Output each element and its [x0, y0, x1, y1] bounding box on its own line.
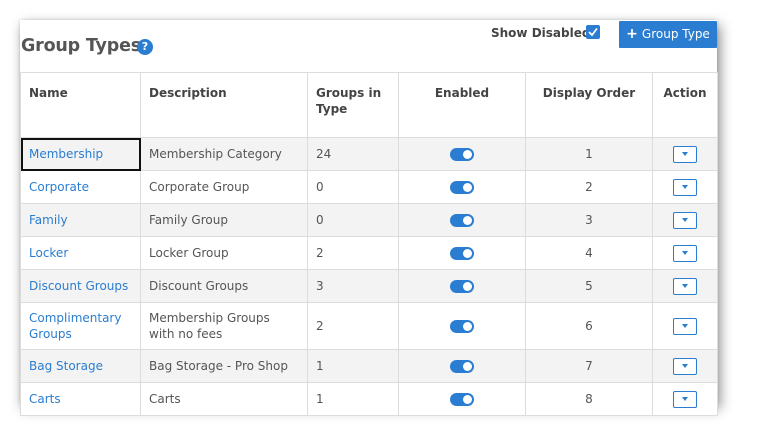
row-groups-count: 1: [307, 382, 399, 416]
row-action: [652, 203, 718, 237]
add-group-type-label: Group Type: [641, 27, 710, 41]
group-type-link[interactable]: Corporate: [29, 180, 89, 194]
row-name-cell: Carts: [20, 382, 141, 416]
enabled-toggle[interactable]: [450, 214, 474, 227]
row-description: Locker Group: [140, 236, 308, 270]
column-header-description[interactable]: Description: [140, 72, 308, 138]
table-row: Membership Membership Category 24 1: [20, 137, 718, 171]
table-header-row: Name Description Groups in Type Enabled …: [20, 72, 718, 138]
row-name-cell: Family: [20, 203, 141, 237]
group-type-link[interactable]: Locker: [29, 246, 68, 260]
group-type-link[interactable]: Carts: [29, 392, 61, 406]
row-name-cell: Discount Groups: [20, 269, 141, 303]
group-type-link[interactable]: Bag Storage: [29, 359, 103, 373]
row-description: Bag Storage - Pro Shop: [140, 349, 308, 383]
enabled-toggle[interactable]: [450, 148, 474, 161]
row-action: [652, 349, 718, 383]
check-icon: [588, 27, 598, 37]
row-enabled: [398, 269, 526, 303]
show-disabled-checkbox[interactable]: [586, 25, 600, 39]
table-row: Family Family Group 0 3: [20, 203, 718, 237]
row-enabled: [398, 170, 526, 204]
row-description: Membership Groups with no fees: [140, 302, 308, 350]
row-name-cell: Complimentary Groups: [20, 302, 141, 350]
row-display-order: 4: [525, 236, 653, 270]
show-disabled-label: Show Disabled:: [491, 26, 596, 40]
row-action: [652, 269, 718, 303]
row-enabled: [398, 382, 526, 416]
panel-header: Group Types ? Show Disabled: + Group Typ…: [20, 20, 717, 72]
table-row: Discount Groups Discount Groups 3 5: [20, 269, 718, 303]
row-groups-count: 0: [307, 203, 399, 237]
action-dropdown-button[interactable]: [673, 178, 697, 196]
column-header-display-order[interactable]: Display Order: [525, 72, 653, 138]
column-header-name[interactable]: Name: [20, 72, 141, 138]
row-action: [652, 302, 718, 350]
enabled-toggle[interactable]: [450, 393, 474, 406]
group-types-table: Name Description Groups in Type Enabled …: [20, 72, 718, 416]
add-group-type-button[interactable]: + Group Type: [619, 21, 717, 48]
row-display-order: 6: [525, 302, 653, 350]
row-groups-count: 3: [307, 269, 399, 303]
table-row: Complimentary Groups Membership Groups w…: [20, 302, 718, 350]
action-dropdown-button[interactable]: [673, 211, 697, 229]
row-action: [652, 137, 718, 171]
row-action: [652, 170, 718, 204]
row-name-cell: Corporate: [20, 170, 141, 204]
question-circle-icon[interactable]: ?: [137, 39, 153, 55]
row-action: [652, 236, 718, 270]
action-dropdown-button[interactable]: [673, 244, 697, 262]
column-header-action: Action: [652, 72, 718, 138]
column-header-groups-in-type[interactable]: Groups in Type: [307, 72, 399, 138]
enabled-toggle[interactable]: [450, 360, 474, 373]
table-row: Carts Carts 1 8: [20, 382, 718, 416]
group-type-link[interactable]: Complimentary Groups: [29, 311, 121, 341]
column-header-enabled[interactable]: Enabled: [398, 72, 526, 138]
group-type-link[interactable]: Discount Groups: [29, 279, 128, 293]
table-row: Bag Storage Bag Storage - Pro Shop 1 7: [20, 349, 718, 383]
row-enabled: [398, 137, 526, 171]
row-display-order: 7: [525, 349, 653, 383]
enabled-toggle[interactable]: [450, 181, 474, 194]
table-row: Corporate Corporate Group 0 2: [20, 170, 718, 204]
row-display-order: 2: [525, 170, 653, 204]
row-description: Membership Category: [140, 137, 308, 171]
enabled-toggle[interactable]: [450, 280, 474, 293]
row-groups-count: 2: [307, 236, 399, 270]
action-dropdown-button[interactable]: [673, 145, 697, 163]
enabled-toggle[interactable]: [450, 320, 474, 333]
row-display-order: 5: [525, 269, 653, 303]
action-dropdown-button[interactable]: [673, 317, 697, 335]
row-groups-count: 2: [307, 302, 399, 350]
row-name-cell[interactable]: Membership: [20, 137, 141, 171]
row-display-order: 1: [525, 137, 653, 171]
row-display-order: 8: [525, 382, 653, 416]
row-action: [652, 382, 718, 416]
row-enabled: [398, 236, 526, 270]
group-type-link[interactable]: Membership: [29, 147, 103, 161]
action-dropdown-button[interactable]: [673, 390, 697, 408]
row-groups-count: 1: [307, 349, 399, 383]
row-groups-count: 24: [307, 137, 399, 171]
group-type-link[interactable]: Family: [29, 213, 68, 227]
plus-icon: +: [626, 26, 638, 42]
row-enabled: [398, 349, 526, 383]
row-description: Discount Groups: [140, 269, 308, 303]
table-row: Locker Locker Group 2 4: [20, 236, 718, 270]
row-description: Carts: [140, 382, 308, 416]
enabled-toggle[interactable]: [450, 247, 474, 260]
action-dropdown-button[interactable]: [673, 357, 697, 375]
row-name-cell: Bag Storage: [20, 349, 141, 383]
row-description: Family Group: [140, 203, 308, 237]
row-groups-count: 0: [307, 170, 399, 204]
row-description: Corporate Group: [140, 170, 308, 204]
row-enabled: [398, 203, 526, 237]
row-enabled: [398, 302, 526, 350]
action-dropdown-button[interactable]: [673, 277, 697, 295]
page-title: Group Types: [21, 36, 141, 56]
row-display-order: 3: [525, 203, 653, 237]
row-name-cell: Locker: [20, 236, 141, 270]
group-types-panel: Group Types ? Show Disabled: + Group Typ…: [20, 20, 718, 416]
